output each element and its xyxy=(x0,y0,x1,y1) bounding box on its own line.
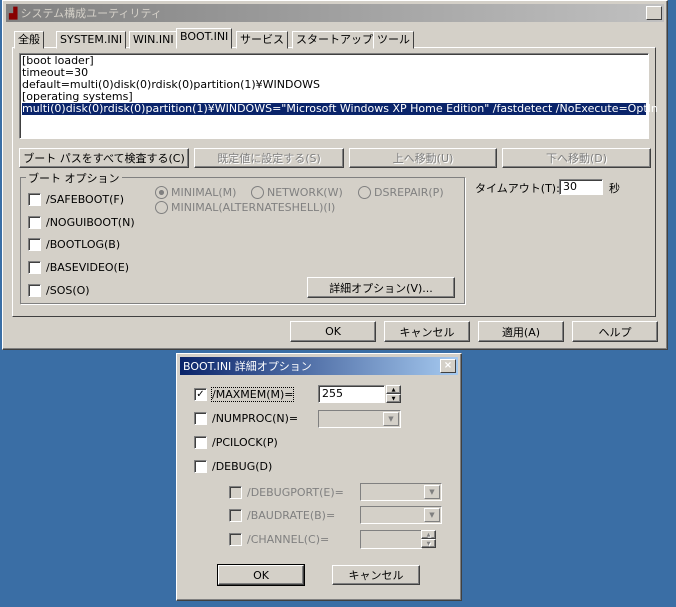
channel-spin-down[interactable]: ▼ xyxy=(421,539,436,548)
app-icon: ▟ xyxy=(9,6,18,20)
channel-checkbox[interactable] xyxy=(229,533,242,546)
move-down-button[interactable]: 下へ移動(D) xyxy=(502,148,651,168)
channel-spin-up[interactable]: ▲ xyxy=(421,530,436,539)
maxmem-spin-up[interactable]: ▲ xyxy=(386,385,401,394)
sos-checkbox[interactable] xyxy=(28,284,41,297)
tab-startup[interactable]: スタートアップ xyxy=(292,31,377,49)
network-label: NETWORK(W) xyxy=(267,186,343,199)
list-item-selected[interactable]: multi(0)disk(0)rdisk(0)partition(1)¥WIND… xyxy=(22,103,658,115)
tab-bootini[interactable]: BOOT.INI xyxy=(176,28,233,49)
cancel-button[interactable]: キャンセル xyxy=(384,321,470,342)
sos-label: /SOS(O) xyxy=(46,284,90,297)
dialog-ok-button[interactable]: OK xyxy=(217,564,305,586)
dialog-title-bar: BOOT.INI 詳細オプション × xyxy=(180,357,458,375)
dsrepair-radio[interactable] xyxy=(358,186,371,199)
chevron-down-icon: ▼ xyxy=(424,508,440,522)
maxmem-input[interactable]: 255 xyxy=(318,385,385,403)
safeboot-label: /SAFEBOOT(F) xyxy=(46,193,124,206)
basevideo-checkbox[interactable] xyxy=(28,261,41,274)
tab-general[interactable]: 全般 xyxy=(14,31,44,49)
pcilock-label: /PCILOCK(P) xyxy=(212,436,278,449)
close-button[interactable]: × xyxy=(646,6,662,20)
boot-options-label: ブート オプション xyxy=(26,170,122,186)
basevideo-label: /BASEVIDEO(E) xyxy=(46,261,130,274)
chevron-down-icon: ▼ xyxy=(383,412,399,426)
maxmem-checkbox[interactable]: ✓ xyxy=(194,388,207,401)
tab-services[interactable]: サービス xyxy=(236,31,288,49)
baudrate-checkbox[interactable] xyxy=(229,509,242,522)
pcilock-checkbox[interactable] xyxy=(194,436,207,449)
timeout-input[interactable]: 30 xyxy=(559,179,603,195)
minimal-radio[interactable] xyxy=(155,186,168,199)
bootlog-checkbox[interactable] xyxy=(28,238,41,251)
dsrepair-label: DSREPAIR(P) xyxy=(374,186,444,199)
list-item[interactable]: [boot loader] xyxy=(22,55,646,67)
tab-tools[interactable]: ツール xyxy=(373,31,414,49)
set-default-button[interactable]: 既定値に設定する(S) xyxy=(194,148,344,168)
alternateshell-radio[interactable] xyxy=(155,201,168,214)
numproc-combo[interactable]: ▼ xyxy=(318,410,401,428)
debugport-combo[interactable]: ▼ xyxy=(360,483,442,501)
noguiboot-checkbox[interactable] xyxy=(28,216,41,229)
debug-label: /DEBUG(D) xyxy=(212,460,273,473)
debug-checkbox[interactable] xyxy=(194,460,207,473)
timeout-unit: 秒 xyxy=(609,182,620,195)
tab-systemini[interactable]: SYSTEM.INI xyxy=(56,31,127,49)
baudrate-combo[interactable]: ▼ xyxy=(360,506,442,524)
title-bar: ▟ システム構成ユーティリティ × xyxy=(6,4,664,22)
apply-button[interactable]: 適用(A) xyxy=(478,321,564,342)
debugport-label: /DEBUGPORT(E)= xyxy=(247,486,344,499)
maxmem-label: /MAXMEM(M)= xyxy=(210,387,295,402)
dialog-close-button[interactable]: × xyxy=(440,359,456,373)
dialog-title: BOOT.INI 詳細オプション xyxy=(183,360,312,373)
channel-label: /CHANNEL(C)= xyxy=(247,533,330,546)
bootini-listbox[interactable]: [boot loader] timeout=30 default=multi(0… xyxy=(19,53,658,139)
maxmem-spin-down[interactable]: ▼ xyxy=(386,394,401,403)
advanced-options-button[interactable]: 詳細オプション(V)... xyxy=(307,277,455,298)
move-up-button[interactable]: 上へ移動(U) xyxy=(349,148,497,168)
alternateshell-label: MINIMAL(ALTERNATESHELL)(I) xyxy=(171,201,336,214)
baudrate-label: /BAUDRATE(B)= xyxy=(247,509,336,522)
tab-winini[interactable]: WIN.INI xyxy=(129,31,178,49)
dialog-cancel-button[interactable]: キャンセル xyxy=(332,565,420,585)
help-button[interactable]: ヘルプ xyxy=(572,321,658,342)
debugport-checkbox[interactable] xyxy=(229,486,242,499)
check-boot-paths-button[interactable]: ブート パスをすべて検査する(C) xyxy=(19,148,189,168)
network-radio[interactable] xyxy=(251,186,264,199)
ok-button[interactable]: OK xyxy=(290,321,376,342)
bootlog-label: /BOOTLOG(B) xyxy=(46,238,121,251)
numproc-label: /NUMPROC(N)= xyxy=(212,412,299,425)
channel-input[interactable] xyxy=(360,530,422,549)
minimal-label: MINIMAL(M) xyxy=(171,186,237,199)
numproc-checkbox[interactable] xyxy=(194,412,207,425)
window-title: システム構成ユーティリティ xyxy=(20,7,162,20)
chevron-down-icon: ▼ xyxy=(424,485,440,499)
timeout-label: タイムアウト(T): xyxy=(475,182,560,195)
noguiboot-label: /NOGUIBOOT(N) xyxy=(46,216,135,229)
safeboot-checkbox[interactable] xyxy=(28,193,41,206)
